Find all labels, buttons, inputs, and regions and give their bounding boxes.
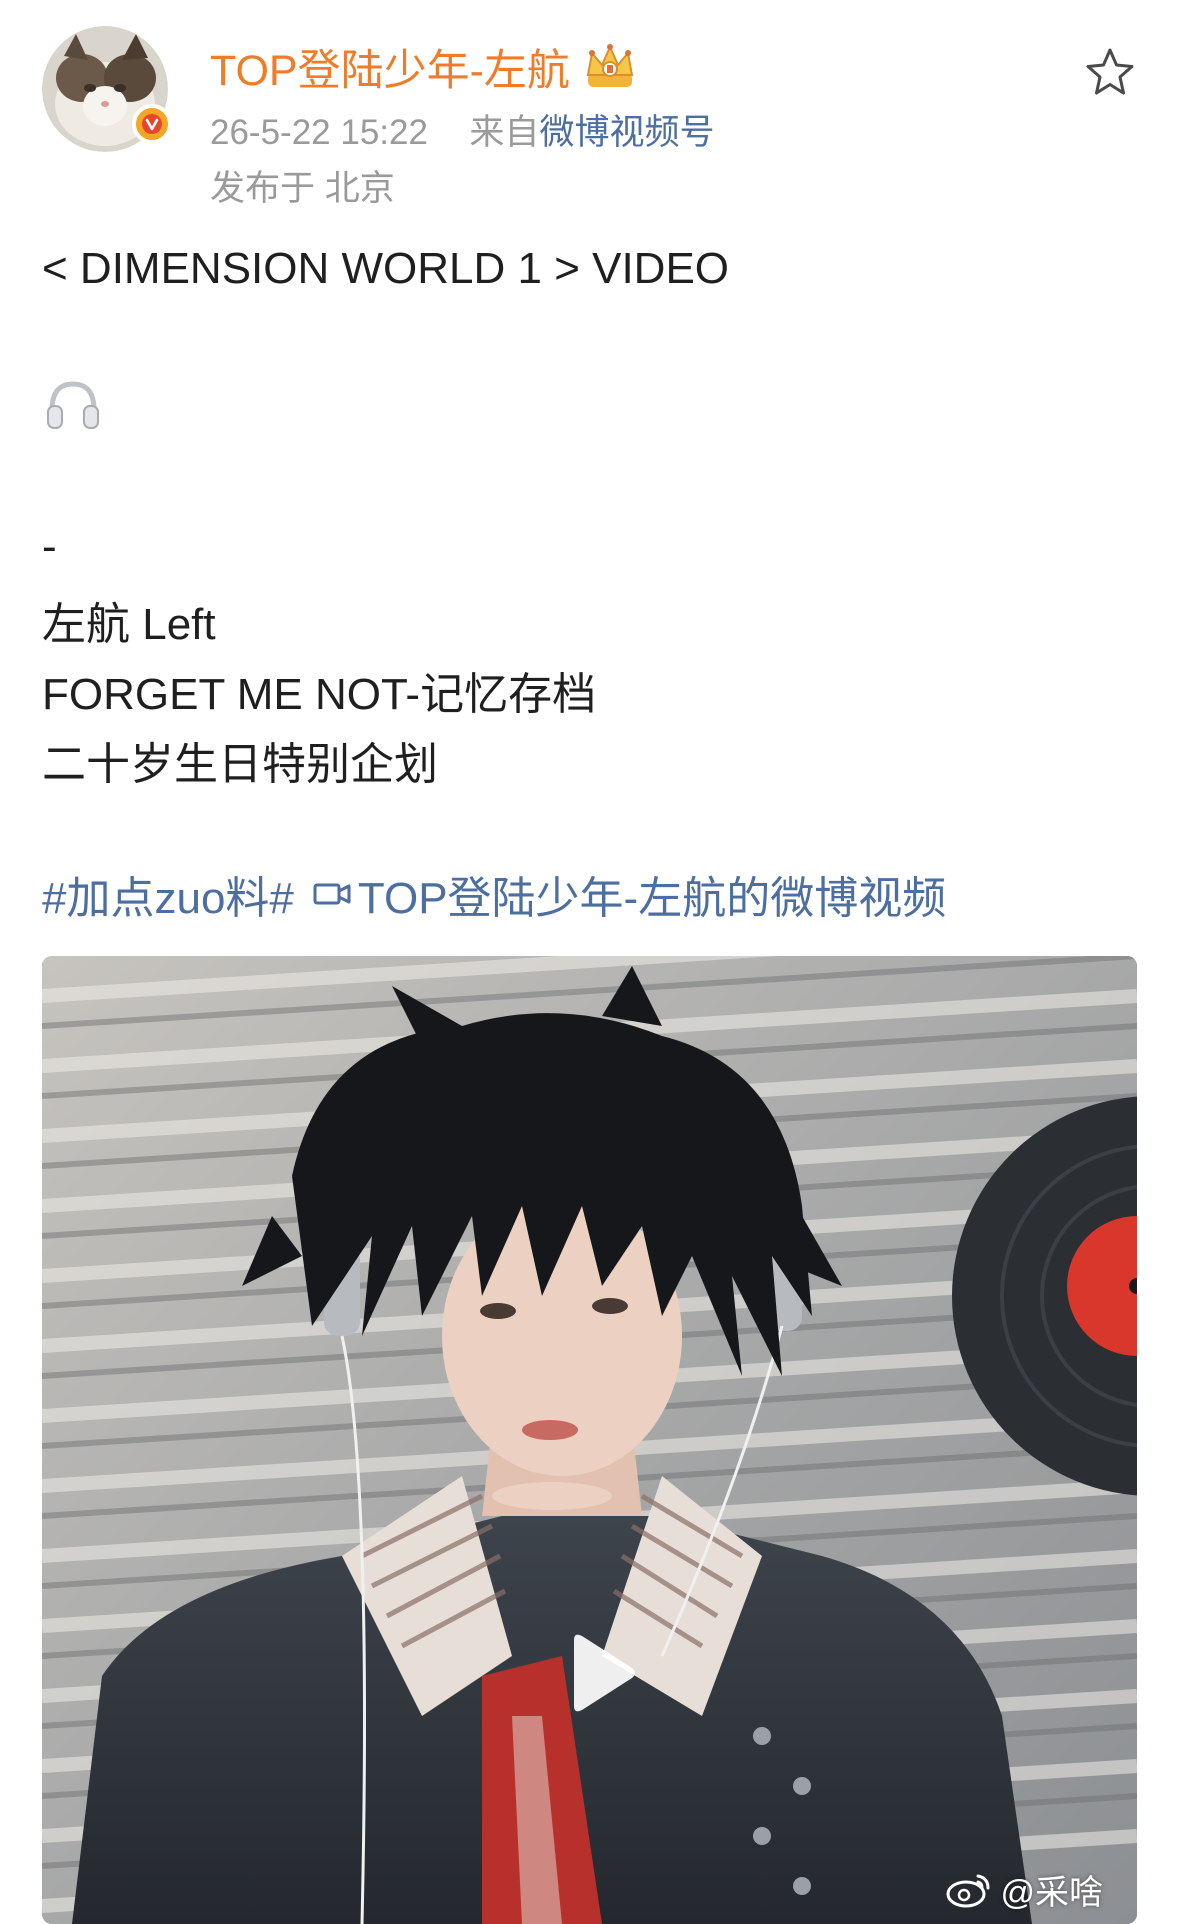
play-icon[interactable] bbox=[552, 1628, 642, 1718]
post-links: #加点zuo料# TOP登陆少年-左航的微博视频 bbox=[42, 862, 946, 926]
author-name[interactable]: TOP登陆少年-左航 bbox=[210, 36, 570, 98]
watermark-text: @采啥 bbox=[1000, 1874, 1103, 1912]
post-location: 发布于 北京 bbox=[210, 169, 395, 208]
weibo-icon bbox=[946, 1874, 990, 1907]
watermark: @采啥 bbox=[944, 1865, 1103, 1914]
source-link[interactable]: 微博视频号 bbox=[539, 113, 714, 152]
weibo-post: TOP登陆少年-左航 26-5-22 15:22 来自微博视频号 发布于 北京 … bbox=[0, 0, 1179, 1924]
author-name-row[interactable]: TOP登陆少年-左航 bbox=[210, 36, 638, 98]
hashtag-link[interactable]: #加点zuo料# bbox=[42, 862, 294, 926]
star-icon[interactable] bbox=[1082, 44, 1138, 100]
crown-icon bbox=[586, 44, 634, 87]
video-camera-icon bbox=[313, 883, 351, 905]
video-link[interactable]: TOP登陆少年-左航的微博视频 bbox=[312, 862, 946, 926]
video-link-label[interactable]: TOP登陆少年-左航的微博视频 bbox=[358, 862, 946, 926]
post-timestamp: 26-5-22 15:22 bbox=[210, 113, 428, 152]
source-prefix: 来自 bbox=[469, 113, 540, 152]
avatar[interactable] bbox=[42, 26, 172, 152]
post-line-forget: FORGET ME NOT-记忆存档 bbox=[42, 670, 597, 719]
post-dash: - bbox=[42, 522, 57, 571]
post-line-name: 左航 Left bbox=[42, 600, 216, 649]
video-thumbnail-image bbox=[42, 956, 1137, 1924]
headphones-icon bbox=[47, 381, 99, 429]
verified-badge-icon bbox=[132, 104, 172, 144]
post-meta: 26-5-22 15:22 来自微博视频号 bbox=[210, 104, 714, 155]
post-line-birthday: 二十岁生日特别企划 bbox=[42, 740, 438, 789]
video-thumbnail[interactable]: @采啥 bbox=[42, 956, 1137, 1924]
post-line-title: < DIMENSION WORLD 1 > VIDEO bbox=[42, 244, 730, 293]
